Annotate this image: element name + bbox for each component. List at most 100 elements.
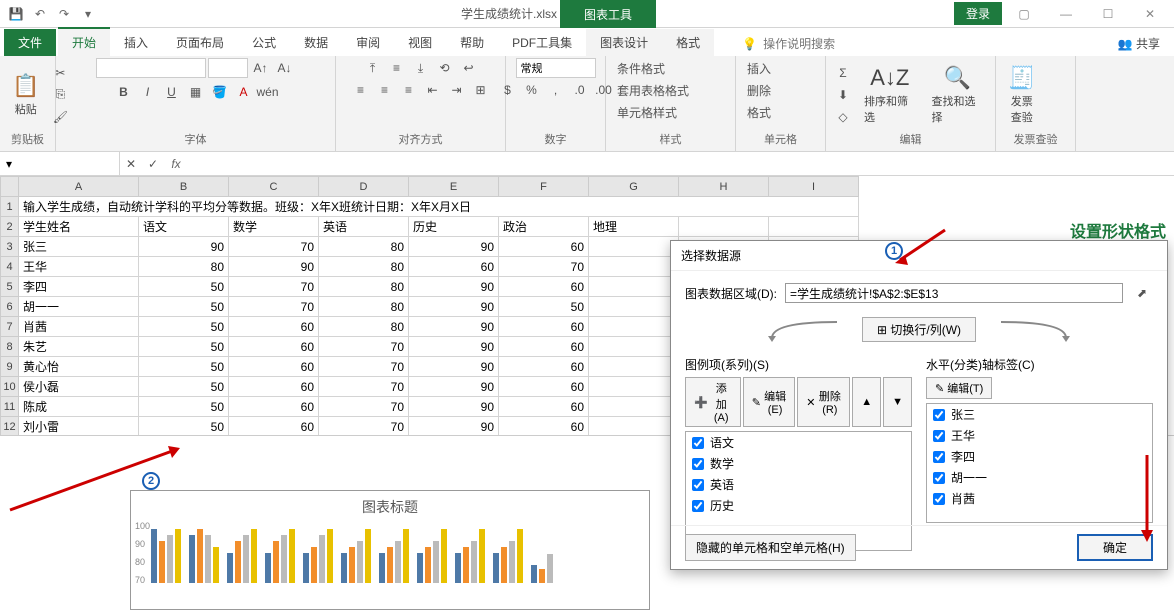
cell[interactable]: 80: [139, 257, 229, 277]
tab-formulas[interactable]: 公式: [238, 29, 290, 56]
move-up-button[interactable]: ▲: [852, 377, 881, 427]
axis-checkbox[interactable]: [933, 472, 945, 484]
tab-insert[interactable]: 插入: [110, 29, 162, 56]
decrease-font-icon[interactable]: A↓: [274, 58, 296, 78]
cell[interactable]: 90: [409, 357, 499, 377]
cell[interactable]: 70: [229, 237, 319, 257]
cell[interactable]: [589, 297, 679, 317]
cell[interactable]: 50: [139, 297, 229, 317]
number-format-combo[interactable]: 常规: [516, 58, 596, 78]
fill-color-icon[interactable]: 🪣: [209, 82, 231, 102]
align-bottom-icon[interactable]: ⤓: [410, 58, 432, 78]
list-item[interactable]: 胡一一: [927, 467, 1152, 488]
add-series-button[interactable]: ➕添加(A): [685, 377, 741, 427]
col-header[interactable]: C: [229, 177, 319, 197]
cell[interactable]: 60: [229, 317, 319, 337]
fx-icon[interactable]: fx: [164, 157, 188, 171]
fill-icon[interactable]: ⬇: [832, 85, 854, 105]
cell[interactable]: 90: [139, 237, 229, 257]
cell[interactable]: [589, 317, 679, 337]
italic-button[interactable]: I: [137, 82, 159, 102]
ok-button[interactable]: 确定: [1077, 534, 1153, 561]
cell[interactable]: [589, 237, 679, 257]
align-center-icon[interactable]: ≡: [374, 80, 396, 100]
cancel-formula-icon[interactable]: ✕: [120, 154, 142, 174]
cell[interactable]: 60: [229, 397, 319, 417]
list-item[interactable]: 肖茜: [927, 488, 1152, 509]
range-picker-icon[interactable]: ⬈: [1131, 283, 1153, 303]
cell[interactable]: 60: [499, 337, 589, 357]
wrap-text-icon[interactable]: ↩: [458, 58, 480, 78]
save-icon[interactable]: 💾: [6, 4, 26, 24]
align-right-icon[interactable]: ≡: [398, 80, 420, 100]
cell[interactable]: 80: [319, 237, 409, 257]
increase-font-icon[interactable]: A↑: [250, 58, 272, 78]
maximize-icon[interactable]: ☐: [1088, 2, 1128, 26]
embedded-chart[interactable]: 图表标题 100 90 80 70: [130, 490, 650, 610]
format-as-table-button[interactable]: 套用表格格式: [612, 80, 694, 100]
cell[interactable]: 50: [139, 337, 229, 357]
cell[interactable]: 50: [139, 277, 229, 297]
undo-icon[interactable]: ↶: [30, 4, 50, 24]
cell[interactable]: 80: [319, 257, 409, 277]
delete-cells-button[interactable]: 删除: [742, 80, 776, 100]
chart-data-range-input[interactable]: [785, 283, 1123, 303]
series-checkbox[interactable]: [692, 437, 704, 449]
cell[interactable]: 90: [409, 297, 499, 317]
cell[interactable]: 50: [139, 357, 229, 377]
axis-checkbox[interactable]: [933, 409, 945, 421]
row-header[interactable]: 4: [1, 257, 19, 277]
axis-checkbox[interactable]: [933, 493, 945, 505]
cell[interactable]: 90: [409, 397, 499, 417]
sort-filter-button[interactable]: A↓Z排序和筛选: [858, 61, 922, 129]
series-checkbox[interactable]: [692, 458, 704, 470]
font-color-icon[interactable]: A: [233, 82, 255, 102]
chart-title[interactable]: 图表标题: [131, 491, 649, 523]
cell[interactable]: [589, 277, 679, 297]
cell[interactable]: [589, 337, 679, 357]
list-item[interactable]: 语文: [686, 432, 911, 453]
name-box[interactable]: ▾: [0, 152, 120, 175]
cell[interactable]: 90: [409, 277, 499, 297]
row-header[interactable]: 9: [1, 357, 19, 377]
cell[interactable]: 地理: [589, 217, 679, 237]
cell[interactable]: 60: [229, 337, 319, 357]
col-header[interactable]: A: [19, 177, 139, 197]
increase-indent-icon[interactable]: ⇥: [446, 80, 468, 100]
cell[interactable]: 60: [229, 357, 319, 377]
cell[interactable]: 80: [319, 277, 409, 297]
share-button[interactable]: 👥 共享: [1104, 31, 1174, 56]
align-top-icon[interactable]: ⤒: [362, 58, 384, 78]
tab-file[interactable]: 文件: [4, 29, 56, 56]
cell[interactable]: 60: [499, 377, 589, 397]
ribbon-options-icon[interactable]: ▢: [1004, 2, 1044, 26]
list-item[interactable]: 王华: [927, 425, 1152, 446]
cell[interactable]: 70: [319, 357, 409, 377]
cell[interactable]: 侯小磊: [19, 377, 139, 397]
orientation-icon[interactable]: ⟲: [434, 58, 456, 78]
decrease-indent-icon[interactable]: ⇤: [422, 80, 444, 100]
cell[interactable]: 60: [499, 237, 589, 257]
cell[interactable]: 胡一一: [19, 297, 139, 317]
axis-checkbox[interactable]: [933, 430, 945, 442]
cell[interactable]: 50: [499, 297, 589, 317]
cell[interactable]: 90: [409, 317, 499, 337]
edit-series-button[interactable]: ✎编辑(E): [743, 377, 796, 427]
cell[interactable]: 王华: [19, 257, 139, 277]
list-item[interactable]: 张三: [927, 404, 1152, 425]
bold-button[interactable]: B: [113, 82, 135, 102]
cell[interactable]: 50: [139, 377, 229, 397]
currency-icon[interactable]: $: [497, 80, 519, 100]
cell[interactable]: 90: [409, 337, 499, 357]
col-header[interactable]: D: [319, 177, 409, 197]
cell[interactable]: 60: [499, 417, 589, 436]
format-cells-button[interactable]: 格式: [742, 102, 776, 122]
cell[interactable]: 肖茜: [19, 317, 139, 337]
cell[interactable]: 学生姓名: [19, 217, 139, 237]
cell[interactable]: [589, 397, 679, 417]
merge-icon[interactable]: ⊞: [470, 80, 492, 100]
row-header[interactable]: 11: [1, 397, 19, 417]
tab-help[interactable]: 帮助: [446, 29, 498, 56]
cell[interactable]: 70: [319, 337, 409, 357]
move-down-button[interactable]: ▼: [883, 377, 912, 427]
